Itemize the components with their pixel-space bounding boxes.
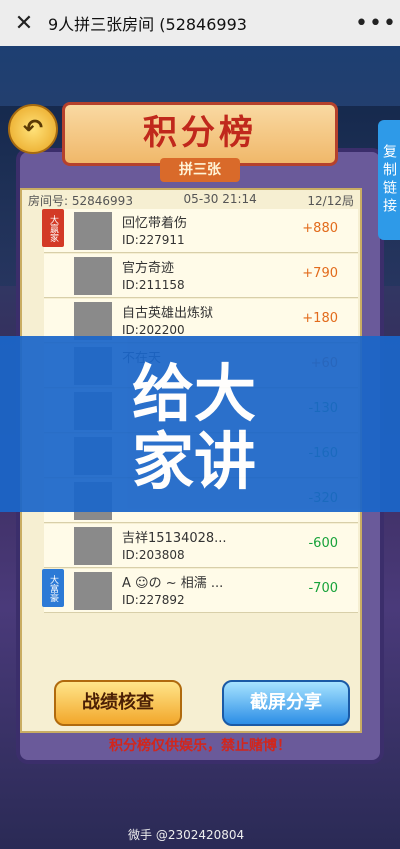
player-name: 官方奇迹 [122,261,175,276]
player-name: A ☺の ~ 相濡 ... [122,576,224,591]
screenshot-share-button[interactable]: 截屏分享 [222,680,350,726]
room-info: 房间号: 52846993 05-30 21:14 12/12局 [28,192,354,210]
player-score: +880 [302,221,338,236]
avatar [74,302,112,340]
overlay-text: 给大家讲 [132,357,257,498]
player-id: ID:227911 [122,233,185,247]
player-id: ID:202200 [122,323,185,337]
warning-text: 积分榜仅供娱乐，禁止赌博！ [109,738,291,754]
rank-badge: 大富豪 [42,569,64,607]
player-id: ID:227892 [122,593,185,607]
back-icon[interactable]: ↶ [8,104,58,154]
game-type-label: 拼三张 [160,158,240,182]
player-id: ID:203808 [122,548,185,562]
datetime: 05-30 21:14 [183,192,257,206]
more-icon[interactable]: ••• [352,11,400,36]
window-title: 9人拼三张房间 (52846993 [48,15,247,34]
copy-link-button[interactable]: 复制链接 [378,120,400,240]
top-bar: ✕ 9人拼三张房间 (52846993 ••• [0,0,400,46]
room-number: 52846993 [71,194,133,208]
room-label: 房间号: [28,194,69,208]
scoreboard-banner: 积分榜 [62,102,338,166]
player-name: 回忆带着伤 [122,216,188,231]
player-name: 自古英雄出炼狱 [122,306,214,321]
watermark: 微手 @2302420804 [128,828,245,842]
avatar [74,257,112,295]
player-score: -600 [308,536,338,551]
player-score: +180 [302,311,338,326]
player-row: 官方奇迹 ID:211158 +790 [44,254,358,298]
stats-check-button[interactable]: 战绩核查 [54,680,182,726]
player-row: 吉祥15134028... ID:203808 -600 [44,524,358,568]
rank-badge: 大赢家 [42,209,64,247]
player-row: 大赢家 回忆带着伤 ID:227911 +880 [42,209,358,253]
avatar [74,572,112,610]
player-id: ID:211158 [122,278,185,292]
avatar [74,212,112,250]
close-icon[interactable]: ✕ [0,11,48,36]
player-score: +790 [302,266,338,281]
scoreboard-title: 积分榜 [143,113,257,153]
overlay-banner: 给大家讲 [0,336,400,512]
player-row: 大富豪 A ☺の ~ 相濡 ... ID:227892 -700 [42,569,358,613]
player-score: -700 [308,581,338,596]
avatar [74,527,112,565]
player-name: 吉祥15134028... [122,531,227,546]
round-count: 12/12局 [307,194,354,208]
